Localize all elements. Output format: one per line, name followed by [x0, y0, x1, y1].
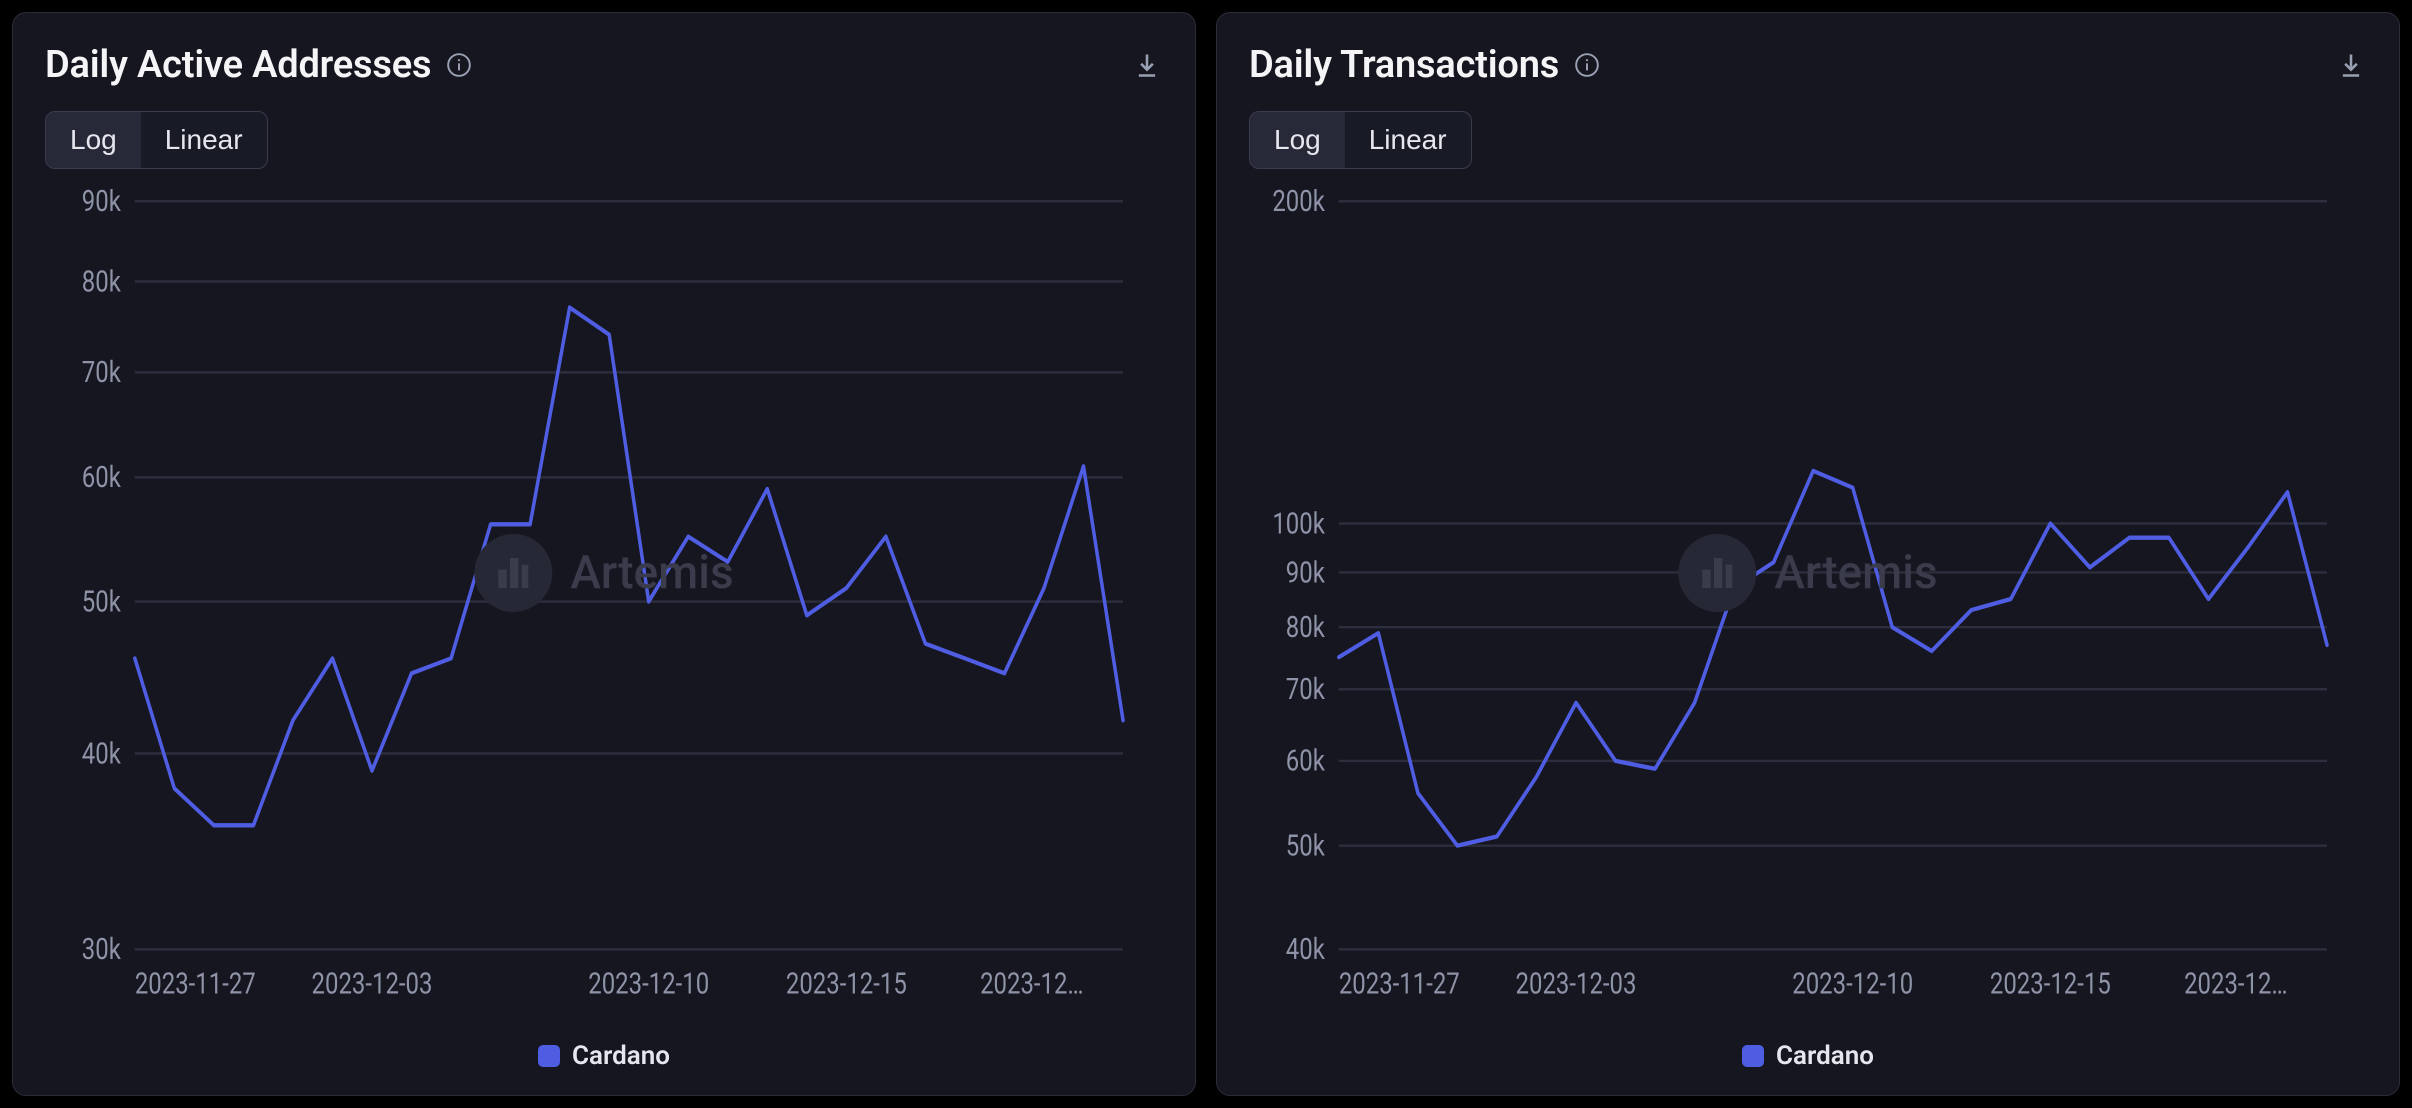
- svg-text:2023-11-27: 2023-11-27: [135, 966, 256, 1001]
- svg-text:2023-12-10: 2023-12-10: [588, 966, 709, 1001]
- svg-text:60k: 60k: [82, 460, 121, 495]
- download-icon[interactable]: [2335, 49, 2367, 81]
- title-wrap: Daily Transactions: [1249, 43, 1601, 87]
- svg-text:100k: 100k: [1272, 506, 1325, 541]
- panel-daily-transactions: Daily Transactions Log Linear Artemis 40…: [1216, 12, 2400, 1096]
- info-icon[interactable]: [1573, 51, 1601, 79]
- chart-svg-1: 40k 50k 60k 70k 80k 90k 100k 200k 2023-11-27 2023…: [1249, 189, 2347, 1023]
- title-wrap: Daily Active Addresses: [45, 43, 473, 87]
- svg-text:2023-12-10: 2023-12-10: [1792, 966, 1913, 1001]
- svg-text:80k: 80k: [1286, 610, 1325, 645]
- scale-log-button[interactable]: Log: [46, 112, 141, 168]
- svg-text:2023-12…: 2023-12…: [980, 966, 1083, 1001]
- chart-legend: Cardano: [1249, 1023, 2367, 1071]
- panel-header: Daily Transactions: [1249, 43, 2367, 87]
- panel-title: Daily Active Addresses: [45, 43, 431, 87]
- info-icon[interactable]: [445, 51, 473, 79]
- svg-text:70k: 70k: [82, 355, 121, 390]
- chart-svg-0: 30k 40k 50k 60k 70k 80k 90k 2023-11-27 2023-12-0…: [45, 189, 1143, 1023]
- scale-log-button[interactable]: Log: [1250, 112, 1345, 168]
- svg-text:60k: 60k: [1286, 743, 1325, 778]
- download-icon[interactable]: [1131, 49, 1163, 81]
- panel-header: Daily Active Addresses: [45, 43, 1163, 87]
- scale-linear-button[interactable]: Linear: [1345, 112, 1471, 168]
- panel-title: Daily Transactions: [1249, 43, 1559, 87]
- legend-label: Cardano: [1776, 1041, 1874, 1071]
- svg-text:2023-11-27: 2023-11-27: [1339, 966, 1460, 1001]
- svg-text:40k: 40k: [1286, 932, 1325, 967]
- svg-text:80k: 80k: [82, 264, 121, 299]
- legend-swatch: [538, 1045, 560, 1067]
- svg-text:50k: 50k: [82, 584, 121, 619]
- svg-text:200k: 200k: [1272, 189, 1325, 219]
- svg-text:2023-12-15: 2023-12-15: [1990, 966, 2111, 1001]
- svg-text:50k: 50k: [1286, 828, 1325, 863]
- svg-text:40k: 40k: [82, 736, 121, 771]
- svg-text:90k: 90k: [1286, 555, 1325, 590]
- chart-area: Artemis 40k50k60k70k80k90k100k200k2023-1…: [1249, 189, 2367, 1023]
- scale-toggle: Log Linear: [45, 111, 268, 169]
- svg-text:2023-12-03: 2023-12-03: [1516, 966, 1637, 1001]
- scale-toggle: Log Linear: [1249, 111, 1472, 169]
- scale-linear-button[interactable]: Linear: [141, 112, 267, 168]
- chart-area: Artemis 30k40k50k60k70k80k90k2023-11-272…: [45, 189, 1163, 1023]
- svg-text:30k: 30k: [82, 932, 121, 967]
- svg-text:2023-12-03: 2023-12-03: [312, 966, 433, 1001]
- svg-text:2023-12…: 2023-12…: [2184, 966, 2287, 1001]
- chart-legend: Cardano: [45, 1023, 1163, 1071]
- legend-label: Cardano: [572, 1041, 670, 1071]
- panel-daily-active-addresses: Daily Active Addresses Log Linear Artemi…: [12, 12, 1196, 1096]
- svg-text:70k: 70k: [1286, 672, 1325, 707]
- svg-text:2023-12-15: 2023-12-15: [786, 966, 907, 1001]
- svg-text:90k: 90k: [82, 189, 121, 219]
- legend-swatch: [1742, 1045, 1764, 1067]
